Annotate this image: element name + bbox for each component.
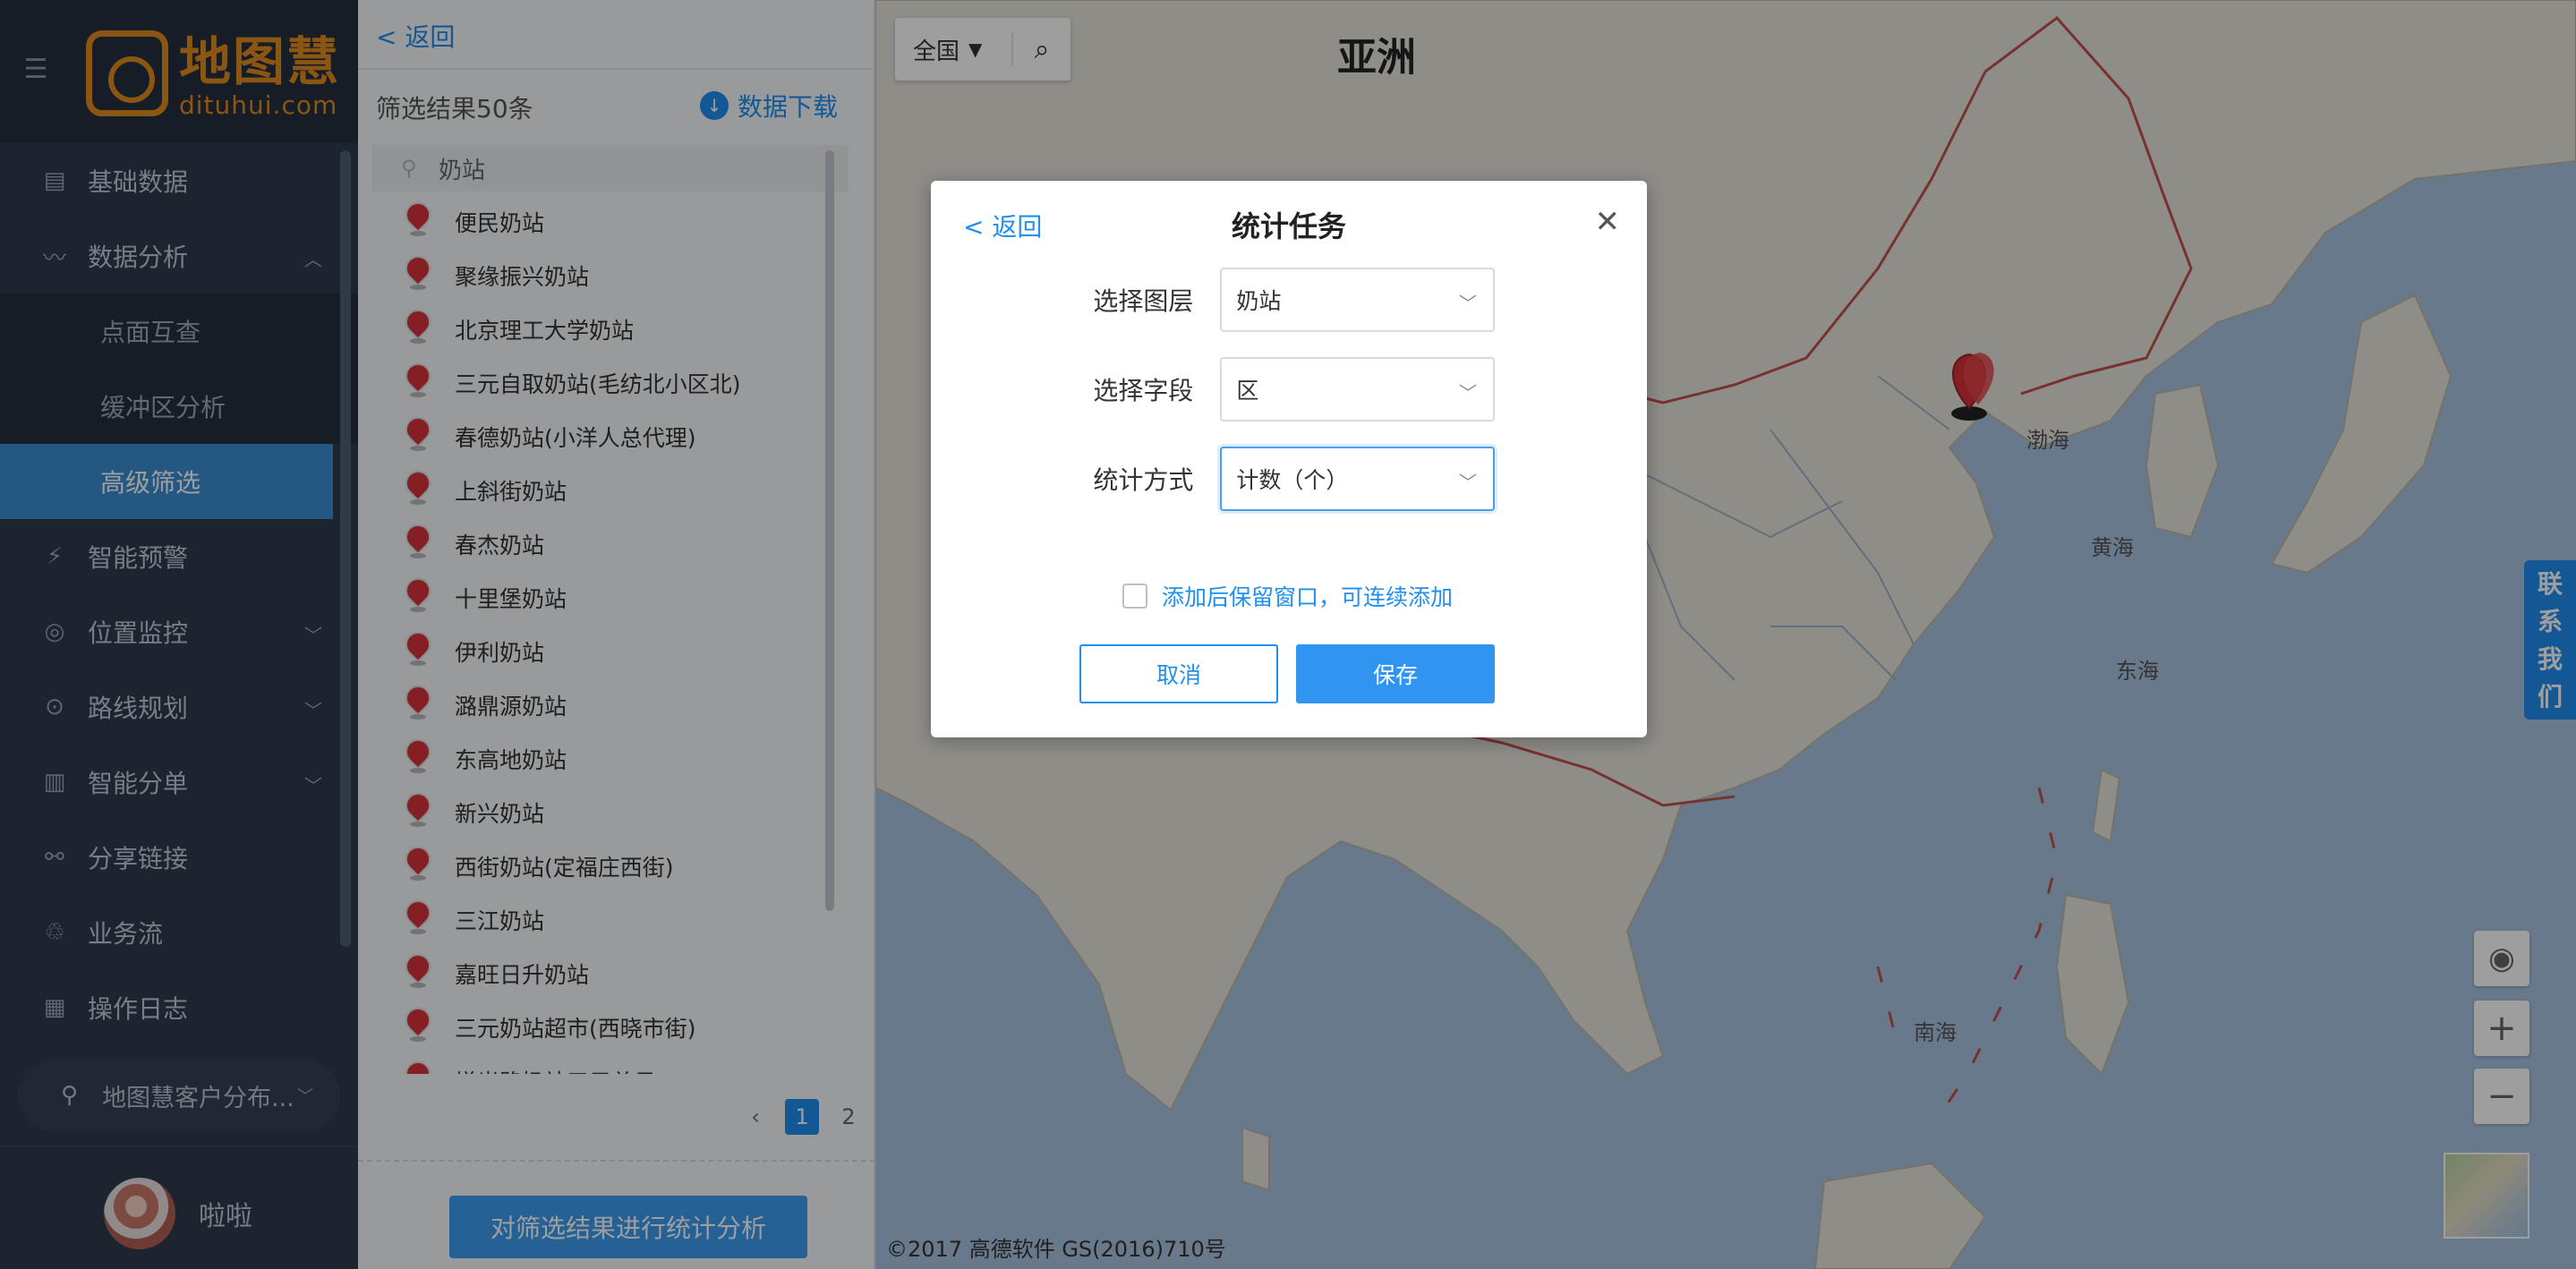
statistics-task-dialog: < 返回 统计任务 ✕ 选择图层 奶站 ﹀ 选择字段 区 ﹀ 统计方式 计数（个… — [931, 181, 1647, 737]
field-select[interactable]: 区 ﹀ — [1220, 357, 1495, 422]
select-value: 奶站 — [1236, 288, 1282, 314]
layer-select[interactable]: 奶站 ﹀ — [1220, 268, 1495, 332]
method-select[interactable]: 计数（个） ﹀ — [1220, 447, 1495, 511]
form-row-field: 选择字段 区 ﹀ — [1065, 356, 1495, 422]
cancel-button[interactable]: 取消 — [1079, 644, 1278, 703]
chevron-down-icon: ﹀ — [1459, 293, 1477, 314]
select-value: 区 — [1236, 378, 1259, 404]
dialog-title: 统计任务 — [1231, 209, 1346, 243]
keep-open-label: 添加后保留窗口，可连续添加 — [1162, 584, 1454, 610]
chevron-down-icon: ﹀ — [1459, 382, 1477, 404]
field-label: 选择图层 — [1093, 286, 1194, 316]
save-button[interactable]: 保存 — [1296, 644, 1495, 703]
keep-open-option[interactable]: 添加后保留窗口，可连续添加 — [1122, 580, 1453, 612]
field-label: 选择字段 — [1093, 376, 1194, 405]
chevron-down-icon: ﹀ — [1459, 472, 1477, 493]
keep-open-checkbox[interactable] — [1122, 583, 1147, 609]
select-value: 计数（个） — [1236, 467, 1349, 493]
form-row-layer: 选择图层 奶站 ﹀ — [1065, 267, 1495, 333]
close-icon[interactable]: ✕ — [1595, 204, 1621, 240]
form-row-method: 统计方式 计数（个） ﹀ — [1065, 446, 1495, 512]
field-label: 统计方式 — [1093, 465, 1194, 495]
